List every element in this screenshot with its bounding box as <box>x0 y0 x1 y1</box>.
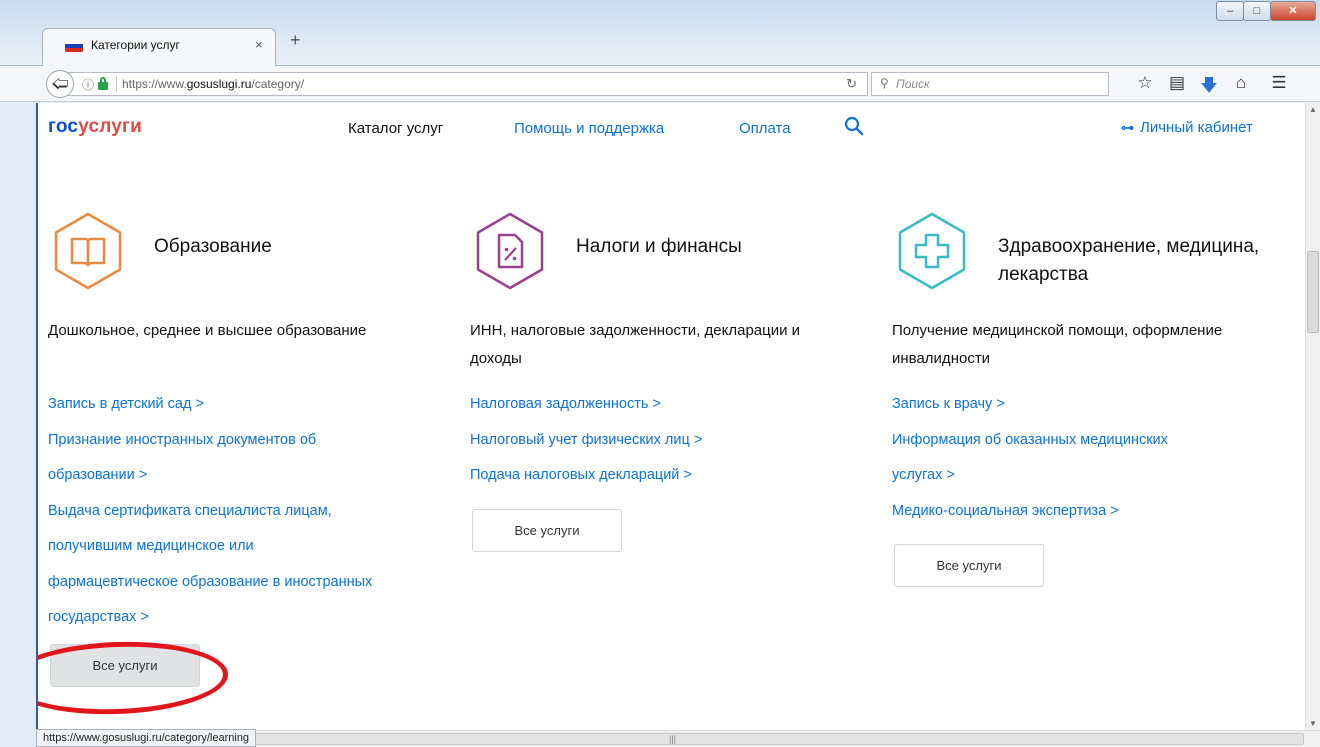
navigation-toolbar: ⓘ https://www.gosuslugi.ru/category/ ↻ 🢠… <box>0 66 1320 102</box>
browser-tab[interactable]: Категории услуг × <box>42 28 276 66</box>
tab-title: Категории услуг <box>91 38 180 52</box>
category-description: Получение медицинской помощи, оформление… <box>892 322 1223 367</box>
search-input[interactable]: ⚲ Поиск <box>871 72 1109 96</box>
service-link[interactable]: Выдача сертификата специалиста лицам, по… <box>48 494 383 636</box>
info-icon[interactable]: ⓘ <box>82 76 94 93</box>
scroll-up-icon[interactable]: ▲ <box>1309 105 1317 114</box>
scrollbar-thumb[interactable] <box>1307 251 1319 333</box>
status-url: https://www.gosuslugi.ru/category/learni… <box>36 729 257 747</box>
nav-catalog[interactable]: Каталог услуг <box>348 120 443 137</box>
page-content: госуслуги Каталог услуг Помощь и поддерж… <box>36 103 1305 730</box>
new-tab-button[interactable]: + <box>290 30 301 51</box>
all-services-button[interactable]: Все услуги <box>894 544 1044 587</box>
key-icon: ⊶ <box>1121 120 1134 135</box>
service-links: Налоговая задолженность > Налоговый учет… <box>470 387 830 494</box>
category-title: Здравоохранение, медицина, лекарства <box>998 236 1260 285</box>
site-header: госуслуги Каталог услуг Помощь и поддерж… <box>38 103 1305 155</box>
address-bar[interactable]: ⓘ https://www.gosuslugi.ru/category/ ↻ <box>68 72 868 96</box>
service-links: Запись к врачу > Информация об оказанных… <box>892 387 1252 529</box>
service-link[interactable]: Налоговая задолженность > <box>470 387 830 423</box>
minimize-button[interactable]: – <box>1216 1 1244 21</box>
lock-icon[interactable] <box>98 77 108 90</box>
service-link[interactable]: Признание иностранных документов об обра… <box>48 423 348 494</box>
nav-help[interactable]: Помощь и поддержка <box>514 120 664 137</box>
close-window-button[interactable]: ✕ <box>1270 1 1316 21</box>
reload-icon[interactable]: ↻ <box>846 76 857 92</box>
service-link[interactable]: Медико-социальная экспертиза > <box>892 494 1252 530</box>
book-icon <box>54 212 122 290</box>
service-link[interactable]: Информация об оказанных медицинских услу… <box>892 423 1212 494</box>
search-icon[interactable] <box>844 116 864 136</box>
scroll-down-icon[interactable]: ▼ <box>1309 719 1317 728</box>
tab-close-icon[interactable]: × <box>255 37 263 52</box>
bookmark-star-icon[interactable]: ☆ <box>1135 73 1155 102</box>
category-description: ИНН, налоговые задолженности, декларации… <box>470 322 801 367</box>
nav-payment[interactable]: Оплата <box>739 120 791 137</box>
search-icon: ⚲ <box>880 76 889 90</box>
personal-account-link[interactable]: ⊶ Личный кабинет <box>1121 119 1253 136</box>
service-link[interactable]: Налоговый учет физических лиц > <box>470 423 830 459</box>
gosuslugi-logo[interactable]: госуслуги <box>48 116 142 138</box>
medical-cross-icon <box>898 212 966 290</box>
title-bar: Категории услуг × + – □ ✕ <box>0 0 1320 66</box>
service-link[interactable]: Запись к врачу > <box>892 387 1252 423</box>
home-icon[interactable]: ⌂ <box>1231 73 1251 102</box>
service-link[interactable]: Подача налоговых деклараций > <box>470 458 830 494</box>
menu-icon[interactable]: ☰ <box>1269 73 1289 102</box>
russia-flag-icon <box>65 40 83 52</box>
service-link[interactable]: Запись в детский сад > <box>48 387 408 423</box>
all-services-button[interactable]: Все услуги <box>50 644 200 687</box>
vertical-scrollbar[interactable]: ▲ ▼ <box>1305 103 1320 730</box>
tax-document-icon <box>476 212 544 290</box>
search-placeholder: Поиск <box>896 77 930 91</box>
service-links: Запись в детский сад > Признание иностра… <box>48 387 408 636</box>
category-title: Налоги и финансы <box>576 236 742 257</box>
reading-list-icon[interactable]: ▤ <box>1167 73 1187 102</box>
url-text: https://www.gosuslugi.ru/category/ <box>122 77 305 91</box>
maximize-button[interactable]: □ <box>1243 1 1271 21</box>
category-title: Образование <box>154 236 272 257</box>
back-button[interactable]: 🢠 <box>46 70 74 98</box>
download-icon[interactable]: 🡇 <box>1199 73 1219 102</box>
category-description: Дошкольное, среднее и высшее образование <box>48 322 367 339</box>
all-services-button[interactable]: Все услуги <box>472 509 622 552</box>
